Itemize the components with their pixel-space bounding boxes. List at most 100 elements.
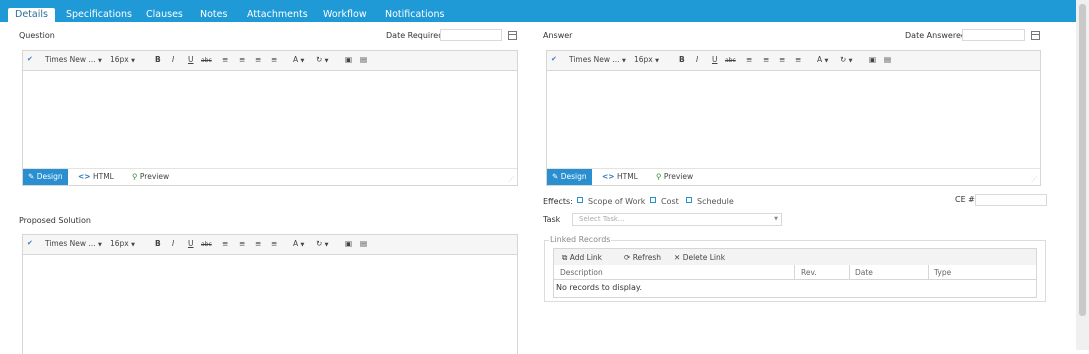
tab-notes[interactable]: Notes	[193, 8, 234, 22]
preview-mode-button[interactable]: ⚲ Preview	[127, 169, 174, 185]
grid-header: Description Rev. Date Type	[554, 265, 1036, 280]
underline-button[interactable]: U	[188, 55, 194, 64]
refresh-button[interactable]: ⟳ Refresh	[624, 253, 661, 262]
vertical-scrollbar[interactable]	[1076, 0, 1089, 350]
cost-label: Cost	[661, 197, 679, 206]
scope-of-work-label: Scope of Work	[588, 197, 646, 206]
spellcheck-icon[interactable]: ✔	[27, 55, 33, 63]
refresh-icon: ⟳	[624, 253, 631, 262]
document-icon[interactable]: ▤	[360, 55, 367, 64]
bold-button[interactable]: B	[155, 239, 161, 248]
italic-button[interactable]: I	[696, 55, 698, 64]
html-mode-button[interactable]: <> HTML	[73, 169, 119, 185]
preview-mode-label: Preview	[139, 172, 170, 181]
align-center-icon[interactable]: ≡	[763, 55, 769, 64]
font-color-button[interactable]: A ▼	[293, 55, 304, 64]
underline-button[interactable]: U	[712, 55, 718, 64]
strikethrough-button[interactable]: abc	[201, 57, 212, 64]
chevron-down-icon: ▼	[774, 216, 778, 222]
add-link-button[interactable]: ⧉ Add Link	[562, 253, 602, 263]
document-icon[interactable]: ▤	[884, 55, 891, 64]
tab-workflow[interactable]: Workflow	[316, 8, 374, 22]
column-date[interactable]: Date	[855, 268, 873, 277]
add-link-icon: ⧉	[562, 253, 568, 262]
size-select[interactable]: 16px ▼	[110, 55, 135, 64]
task-select[interactable]: Select Task... ▼	[572, 213, 782, 226]
calendar-icon[interactable]	[1031, 31, 1040, 40]
column-description[interactable]: Description	[560, 268, 603, 277]
editor-toolbar: ✔ Times New ... ▼ 16px ▼ B I U abc ≡ ≡ ≡…	[23, 51, 517, 71]
image-icon[interactable]: ▣	[869, 55, 876, 64]
schedule-checkbox[interactable]	[686, 197, 692, 203]
tab-attachments[interactable]: Attachments	[240, 8, 315, 22]
image-icon[interactable]: ▣	[345, 55, 352, 64]
strikethrough-button[interactable]: abc	[201, 241, 212, 248]
editor-content[interactable]	[23, 70, 517, 168]
date-answered-input[interactable]	[962, 29, 1025, 41]
size-select[interactable]: 16px ▼	[634, 55, 659, 64]
answer-label: Answer	[543, 31, 573, 40]
calendar-icon[interactable]	[508, 31, 517, 40]
editor-mode-bar: ✎ Design <> HTML ⚲ Preview ⋰	[23, 168, 517, 185]
align-center-icon[interactable]: ≡	[239, 239, 245, 248]
font-select[interactable]: Times New ... ▼	[45, 239, 102, 248]
justify-icon[interactable]: ≡	[271, 239, 277, 248]
document-icon[interactable]: ▤	[360, 239, 367, 248]
strikethrough-button[interactable]: abc	[725, 57, 736, 64]
justify-icon[interactable]: ≡	[795, 55, 801, 64]
tab-specifications[interactable]: Specifications	[59, 8, 139, 22]
highlight-color-icon[interactable]: ↻ ▼	[316, 239, 329, 248]
proposed-solution-label: Proposed Solution	[19, 216, 91, 225]
align-center-icon[interactable]: ≡	[239, 55, 245, 64]
code-icon: <>	[602, 172, 615, 181]
highlight-color-icon[interactable]: ↻ ▼	[840, 55, 853, 64]
italic-button[interactable]: I	[172, 55, 174, 64]
underline-button[interactable]: U	[188, 239, 194, 248]
tab-clauses[interactable]: Clauses	[139, 8, 190, 22]
image-icon[interactable]: ▣	[345, 239, 352, 248]
tab-details[interactable]: Details	[8, 8, 55, 22]
bold-button[interactable]: B	[679, 55, 685, 64]
preview-mode-button[interactable]: ⚲ Preview	[651, 169, 698, 185]
html-mode-label: HTML	[92, 172, 114, 181]
resize-grip-icon[interactable]: ⋰	[1031, 176, 1037, 183]
column-type[interactable]: Type	[934, 268, 951, 277]
font-color-button[interactable]: A ▼	[817, 55, 828, 64]
html-mode-button[interactable]: <> HTML	[597, 169, 643, 185]
size-select-value: 16px	[110, 55, 129, 64]
tab-bar: Details Specifications Clauses Notes Att…	[0, 0, 1076, 22]
align-left-icon[interactable]: ≡	[222, 55, 228, 64]
spellcheck-icon[interactable]: ✔	[551, 55, 557, 63]
design-mode-button[interactable]: ✎ Design	[547, 169, 592, 185]
spellcheck-icon[interactable]: ✔	[27, 239, 33, 247]
date-required-input[interactable]	[440, 29, 502, 41]
editor-content[interactable]	[547, 70, 1040, 168]
align-right-icon[interactable]: ≡	[779, 55, 785, 64]
align-right-icon[interactable]: ≡	[255, 239, 261, 248]
font-select[interactable]: Times New ... ▼	[569, 55, 626, 64]
highlight-color-icon[interactable]: ↻ ▼	[316, 55, 329, 64]
scope-of-work-checkbox[interactable]	[577, 197, 583, 203]
date-required-label: Date Required	[386, 31, 444, 40]
resize-grip-icon[interactable]: ⋰	[508, 176, 514, 183]
align-left-icon[interactable]: ≡	[222, 239, 228, 248]
tab-notifications[interactable]: Notifications	[378, 8, 451, 22]
ce-number-input[interactable]	[975, 194, 1047, 206]
delete-link-button[interactable]: ✕ Delete Link	[674, 253, 725, 262]
column-rev[interactable]: Rev.	[801, 268, 817, 277]
align-right-icon[interactable]: ≡	[255, 55, 261, 64]
preview-mode-label: Preview	[663, 172, 694, 181]
font-select[interactable]: Times New ... ▼	[45, 55, 102, 64]
italic-button[interactable]: I	[172, 239, 174, 248]
proposed-solution-editor: ✔ Times New ... ▼ 16px ▼ B I U abc ≡ ≡ ≡…	[22, 234, 518, 354]
font-select-value: Times New ...	[45, 55, 96, 64]
scrollbar-thumb[interactable]	[1079, 4, 1086, 316]
font-color-button[interactable]: A ▼	[293, 239, 304, 248]
design-mode-button[interactable]: ✎ Design	[23, 169, 68, 185]
justify-icon[interactable]: ≡	[271, 55, 277, 64]
bold-button[interactable]: B	[155, 55, 161, 64]
cost-checkbox[interactable]	[650, 197, 656, 203]
align-left-icon[interactable]: ≡	[746, 55, 752, 64]
editor-content[interactable]	[23, 254, 517, 354]
size-select[interactable]: 16px ▼	[110, 239, 135, 248]
